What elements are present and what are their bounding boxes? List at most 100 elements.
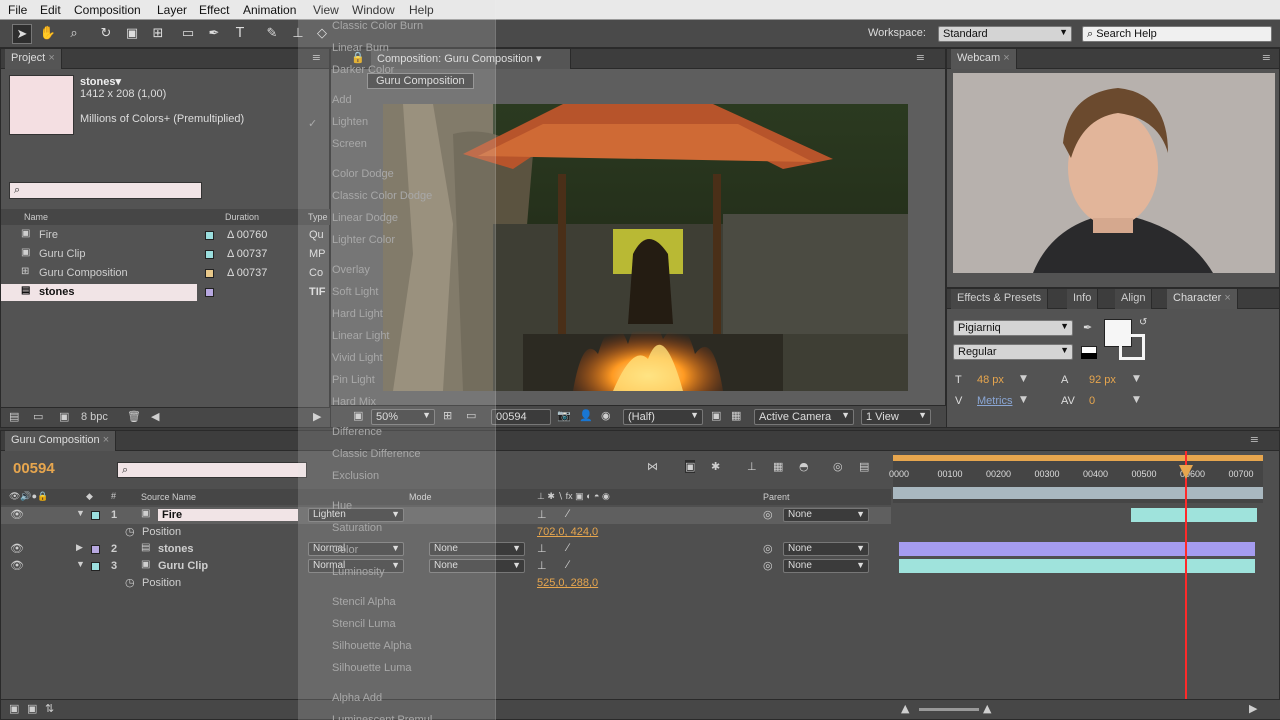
blend-mode-item[interactable]: Classic Color Dodge [332, 190, 432, 202]
black-swatch[interactable] [1081, 353, 1097, 359]
show-snapshot-icon[interactable]: 👤 [579, 409, 593, 422]
parent-pickwhip-icon[interactable]: ◎ [763, 559, 773, 572]
zoom-slider[interactable] [919, 708, 979, 711]
layer-bar-guru-clip[interactable] [899, 559, 1255, 573]
blend-mode-item[interactable]: Add [332, 94, 352, 106]
blend-mode-item[interactable]: Color Dodge [332, 168, 394, 180]
blend-mode-item[interactable]: Classic Difference [332, 448, 420, 460]
panel-menu-icon[interactable]: ≡ [1262, 51, 1271, 64]
zoom-in-icon[interactable]: ▲ [983, 702, 991, 715]
timecode-field[interactable]: 00594 [491, 409, 551, 425]
chevron-down-icon[interactable]: ▼ [1133, 374, 1140, 384]
chevron-down-icon[interactable]: ▼ [1020, 395, 1027, 405]
stopwatch-icon[interactable]: ◷ [125, 576, 135, 589]
blend-mode-item[interactable]: Silhouette Luma [332, 662, 412, 674]
blend-mode-item[interactable]: Linear Burn [332, 42, 389, 54]
frame-blending-icon[interactable]: ⊥ [747, 460, 757, 473]
project-item[interactable]: ▣ Guru Clip Δ 00737 MP [1, 246, 331, 263]
zoom-tool-icon[interactable]: ⌕ [64, 24, 84, 44]
menu-edit[interactable]: Edit [40, 3, 61, 17]
blend-mode-item[interactable]: Vivid Light [332, 352, 383, 364]
twirl-icon[interactable]: ▼ [76, 508, 85, 518]
menu-effect[interactable]: Effect [199, 3, 229, 17]
menu-composition[interactable]: Composition [74, 3, 141, 17]
blend-mode-item[interactable]: Hard Light [332, 308, 383, 320]
blend-mode-item[interactable]: Soft Light [332, 286, 378, 298]
new-composition-icon[interactable]: ▣ [59, 410, 69, 423]
pen-tool-icon[interactable]: ✒ [204, 24, 224, 44]
blend-mode-item[interactable]: Pin Light [332, 374, 375, 386]
menu-layer[interactable]: Layer [157, 3, 187, 17]
parent-pickwhip-icon[interactable]: ◎ [763, 542, 773, 555]
blend-mode-item[interactable]: Hue [332, 500, 352, 512]
selection-tool-icon[interactable]: ➤ [12, 24, 32, 44]
tab-project[interactable]: Project × [5, 49, 62, 69]
resolution-dropdown[interactable]: (Half) ▼ [623, 409, 703, 425]
blend-mode-item[interactable]: Overlay [332, 264, 370, 276]
shy-switch-icon[interactable]: ⊥ [537, 542, 547, 555]
eye-icon[interactable]: 👁 [10, 542, 24, 555]
parent-pickwhip-icon[interactable]: ◎ [763, 508, 773, 521]
rectangle-tool-icon[interactable]: ▭ [178, 24, 198, 44]
col-name[interactable]: Name [24, 212, 48, 222]
font-family-dropdown[interactable]: Pigiarniq ▼ [953, 320, 1073, 336]
tab-align[interactable]: Align [1115, 289, 1153, 309]
blend-mode-item[interactable]: Darker Color [332, 64, 394, 76]
layer-label-color[interactable] [91, 562, 100, 571]
font-size-value[interactable]: 48 px [977, 374, 1004, 386]
twirl-icon[interactable]: ▶ [76, 542, 83, 553]
blend-mode-item[interactable]: Exclusion [332, 470, 379, 482]
brush-tool-icon[interactable]: ✎ [262, 24, 282, 44]
layer-label-color[interactable] [91, 511, 100, 520]
swap-colors-icon[interactable]: ↺ [1139, 317, 1147, 328]
work-area-range[interactable] [893, 487, 1263, 499]
snapshot-camera-icon[interactable]: 📷 [557, 409, 571, 422]
eye-icon[interactable]: 👁 [10, 508, 24, 521]
blend-mode-item[interactable]: Stencil Luma [332, 618, 396, 630]
blend-mode-item[interactable]: Luminosity [332, 566, 385, 578]
bpc-label[interactable]: 8 bpc [81, 411, 108, 423]
layer-parent-dropdown[interactable]: None ▼ [783, 508, 869, 522]
shy-switch-icon[interactable]: ⊥ [537, 508, 547, 521]
close-icon[interactable]: × [103, 434, 109, 446]
blend-mode-item[interactable]: Silhouette Alpha [332, 640, 412, 652]
timeline-ruler[interactable]: 0000 00100 00200 00300 00400 00500 00600 00700 [889, 455, 1263, 503]
blend-mode-item[interactable]: Alpha Add [332, 692, 382, 704]
new-folder-icon[interactable]: ▭ [33, 410, 43, 423]
rotate-tool-icon[interactable]: ↻ [96, 24, 116, 44]
font-style-dropdown[interactable]: Regular ▼ [953, 344, 1073, 360]
blend-mode-item[interactable]: Screen [332, 138, 367, 150]
tab-timeline[interactable]: Guru Composition × [5, 431, 117, 451]
blend-mode-item[interactable]: Saturation [332, 522, 382, 534]
close-icon[interactable]: × [48, 52, 54, 64]
blend-mode-item[interactable]: Stencil Alpha [332, 596, 396, 608]
project-item[interactable]: ▤ stones TIF [1, 284, 326, 301]
chevron-down-icon[interactable]: ▼ [1020, 374, 1027, 384]
camera-tool-icon[interactable]: ▣ [122, 24, 142, 44]
color-channel-icon[interactable]: ◉ [601, 409, 611, 422]
col-parent[interactable]: Parent [763, 492, 790, 502]
stroke-color-swatch[interactable] [1119, 334, 1145, 360]
current-time-indicator[interactable] [1185, 451, 1187, 701]
project-search-input[interactable]: ⌕ [9, 182, 202, 199]
kerning-value[interactable]: Metrics [977, 395, 1012, 407]
timeline-timecode[interactable]: 00594 [13, 460, 55, 477]
tab-webcam[interactable]: Webcam × [951, 49, 1017, 69]
tracking-value[interactable]: 0 [1089, 395, 1095, 407]
expand-inout-icon[interactable]: ⇅ [45, 702, 54, 715]
leading-value[interactable]: 92 px [1089, 374, 1116, 386]
scroll-left-icon[interactable]: ◀ [151, 410, 159, 423]
region-of-interest-icon[interactable]: ▣ [711, 409, 721, 422]
trash-icon[interactable]: 🗑 [127, 410, 141, 423]
blend-mode-item[interactable]: Hard Mix [332, 396, 376, 408]
shy-layers-icon[interactable]: ✱ [711, 460, 720, 473]
menu-file[interactable]: File [8, 3, 27, 17]
blend-mode-item[interactable]: Linear Dodge [332, 212, 398, 224]
hand-tool-icon[interactable]: ✋ [38, 24, 58, 44]
interpret-footage-icon[interactable]: ▤ [9, 410, 19, 423]
blend-mode-item[interactable]: Luminescent Premul [332, 714, 432, 720]
twirl-icon[interactable]: ▼ [76, 559, 85, 569]
eyedropper-icon[interactable]: ✒ [1083, 321, 1092, 334]
quality-switch-icon[interactable]: ∕ [567, 542, 569, 554]
panel-menu-icon[interactable]: ≡ [1250, 433, 1259, 446]
